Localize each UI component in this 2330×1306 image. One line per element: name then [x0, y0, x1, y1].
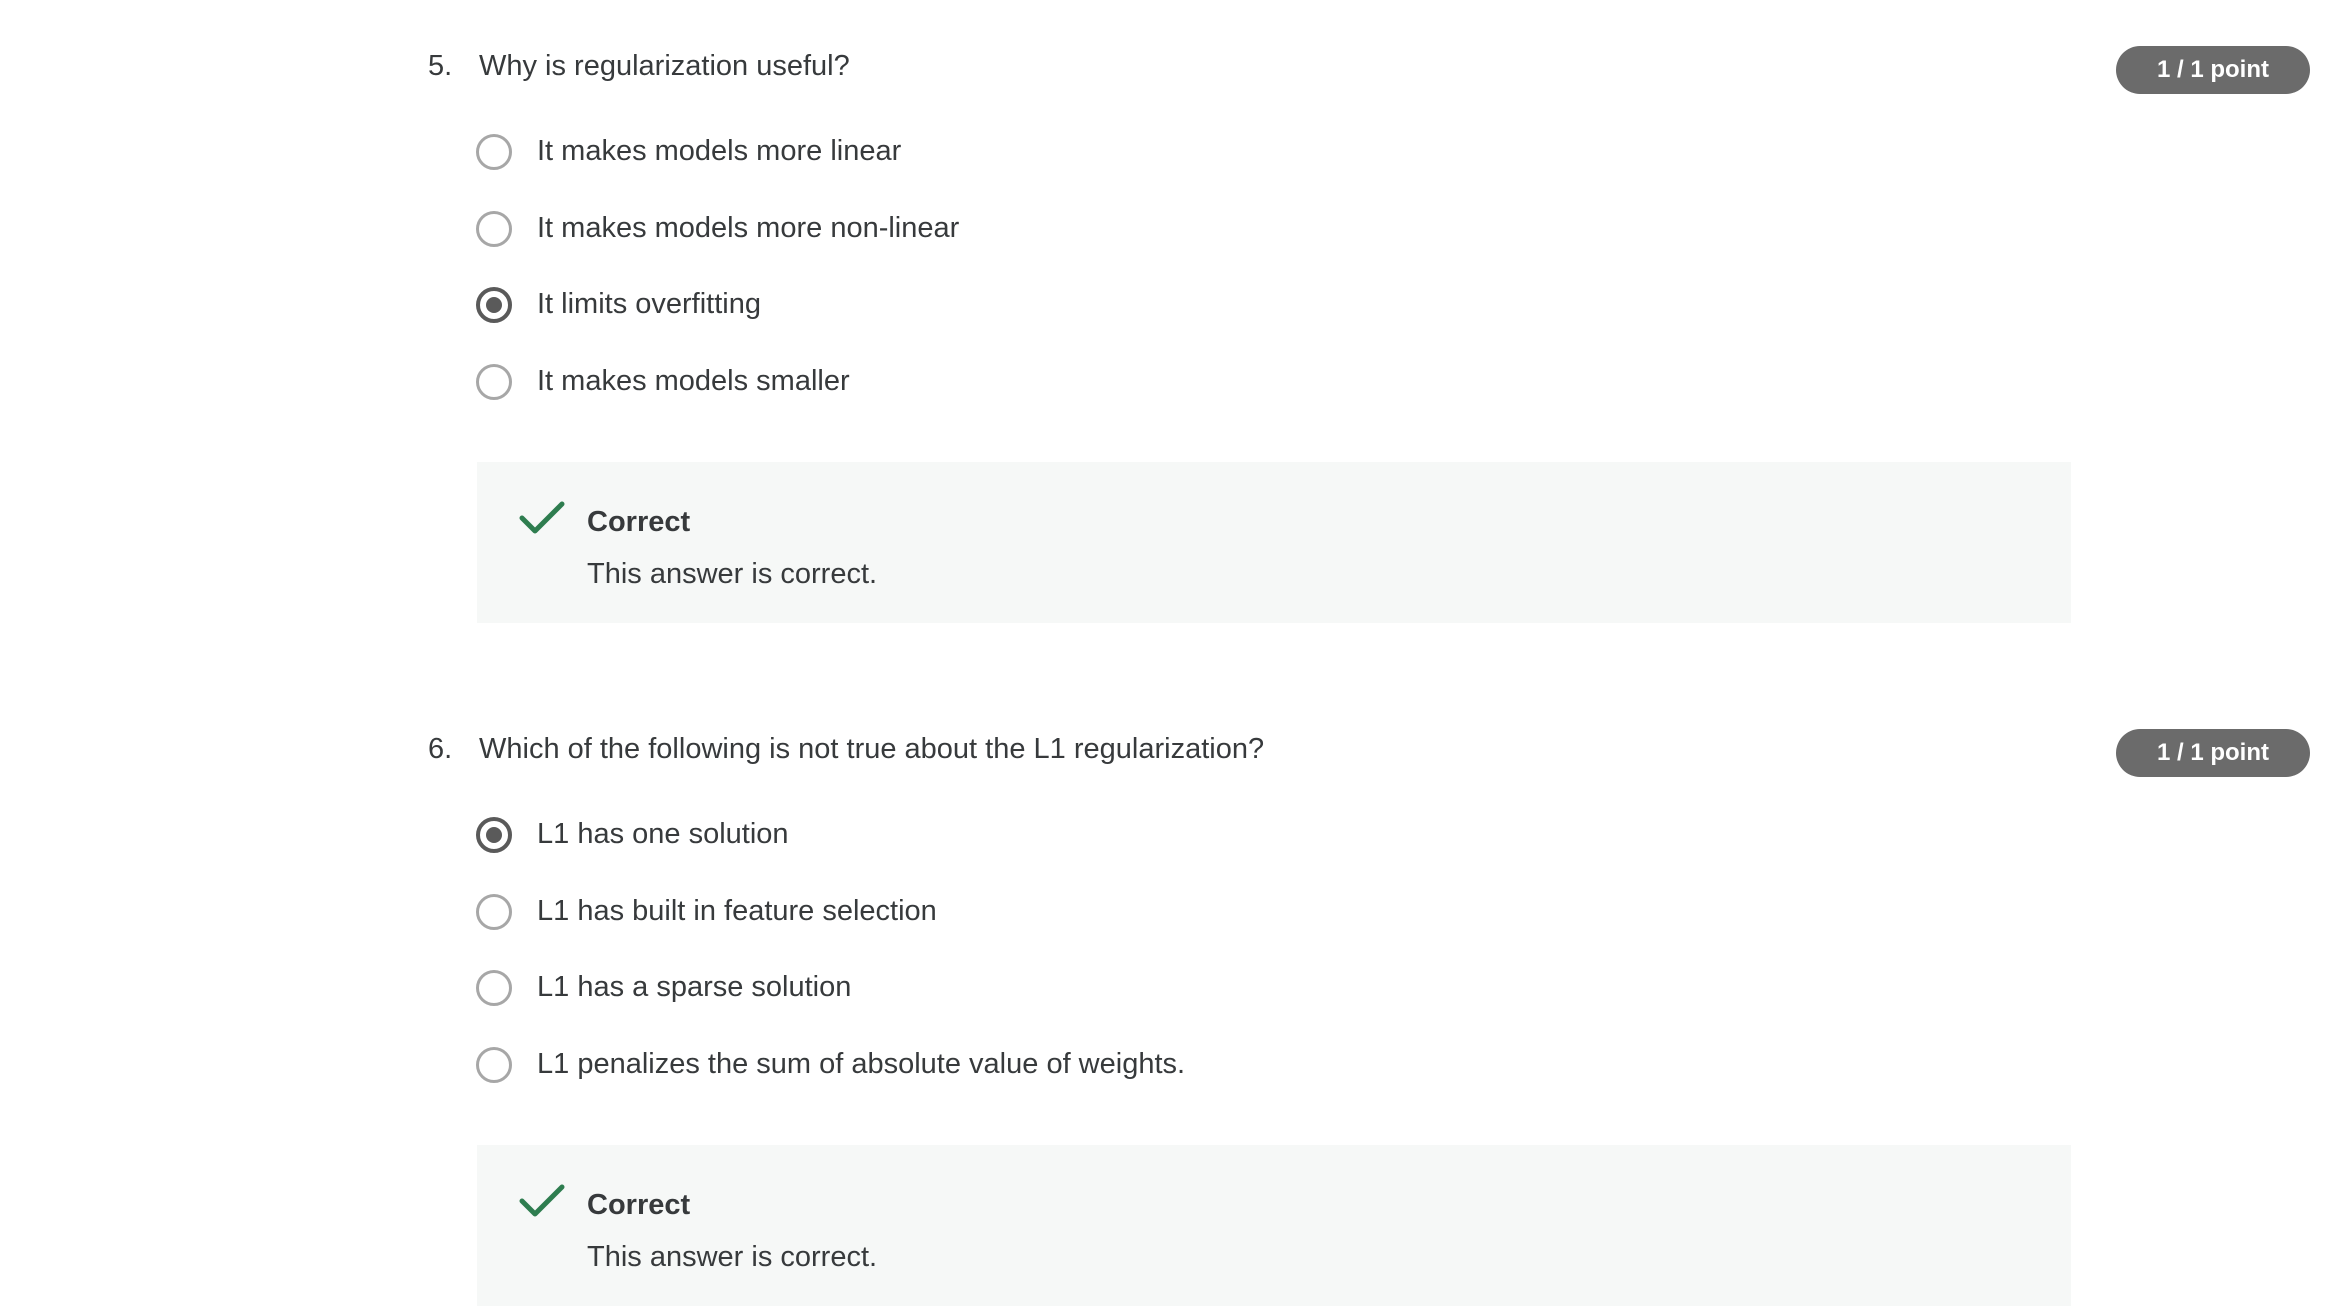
- feedback-panel: Correct This answer is correct.: [477, 1145, 2071, 1306]
- question-6: 6. Which of the following is not true ab…: [0, 723, 2330, 1306]
- option-label: It makes models more non-linear: [537, 211, 960, 244]
- option-label: L1 has built in feature selection: [537, 894, 937, 927]
- checkmark-icon: [519, 501, 565, 534]
- option-label: L1 has one solution: [537, 818, 789, 850]
- answer-option[interactable]: It makes models more linear: [0, 134, 2330, 211]
- question-header: 6. Which of the following is not true ab…: [0, 723, 2330, 779]
- option-label: It makes models more linear: [537, 135, 902, 167]
- feedback-panel: Correct This answer is correct.: [477, 462, 2071, 623]
- answer-options: L1 has one solution L1 has built in feat…: [0, 817, 2330, 1123]
- answer-option[interactable]: It limits overfitting: [0, 287, 2330, 364]
- question-5: 5. Why is regularization useful? 1 / 1 p…: [0, 40, 2330, 623]
- answer-options: It makes models more linear It makes mod…: [0, 134, 2330, 440]
- answer-option[interactable]: L1 has built in feature selection: [0, 893, 2330, 971]
- radio-button[interactable]: [476, 893, 512, 930]
- points-badge: 1 / 1 point: [2116, 729, 2310, 777]
- option-label: It makes models smaller: [537, 364, 850, 397]
- answer-option[interactable]: L1 has a sparse solution: [0, 970, 2330, 1047]
- radio-button[interactable]: [476, 1046, 512, 1083]
- answer-option[interactable]: It makes models more non-linear: [0, 210, 2330, 288]
- checkmark-icon: [519, 1184, 565, 1217]
- radio-button[interactable]: [476, 210, 512, 247]
- option-label: L1 has a sparse solution: [537, 971, 852, 1003]
- question-number: 5.: [428, 50, 453, 82]
- radio-button-selected[interactable]: [476, 817, 512, 853]
- question-text: Which of the following is not true about…: [479, 733, 1265, 765]
- question-header: 5. Why is regularization useful? 1 / 1 p…: [0, 40, 2330, 96]
- question-text: Why is regularization useful?: [479, 50, 850, 82]
- answer-option[interactable]: It makes models smaller: [0, 363, 2330, 441]
- radio-button[interactable]: [476, 134, 512, 170]
- option-label: L1 penalizes the sum of absolute value o…: [537, 1047, 1186, 1080]
- feedback-status: Correct: [587, 506, 691, 538]
- feedback-message: This answer is correct.: [587, 1241, 878, 1273]
- feedback-status: Correct: [587, 1189, 691, 1221]
- feedback-message: This answer is correct.: [587, 558, 878, 590]
- radio-button[interactable]: [476, 363, 512, 400]
- option-label: It limits overfitting: [537, 288, 761, 320]
- points-badge: 1 / 1 point: [2116, 46, 2310, 94]
- answer-option[interactable]: L1 penalizes the sum of absolute value o…: [0, 1046, 2330, 1124]
- radio-button-selected[interactable]: [476, 287, 512, 323]
- answer-option[interactable]: L1 has one solution: [0, 817, 2330, 894]
- radio-button[interactable]: [476, 970, 512, 1006]
- question-number: 6.: [428, 733, 453, 765]
